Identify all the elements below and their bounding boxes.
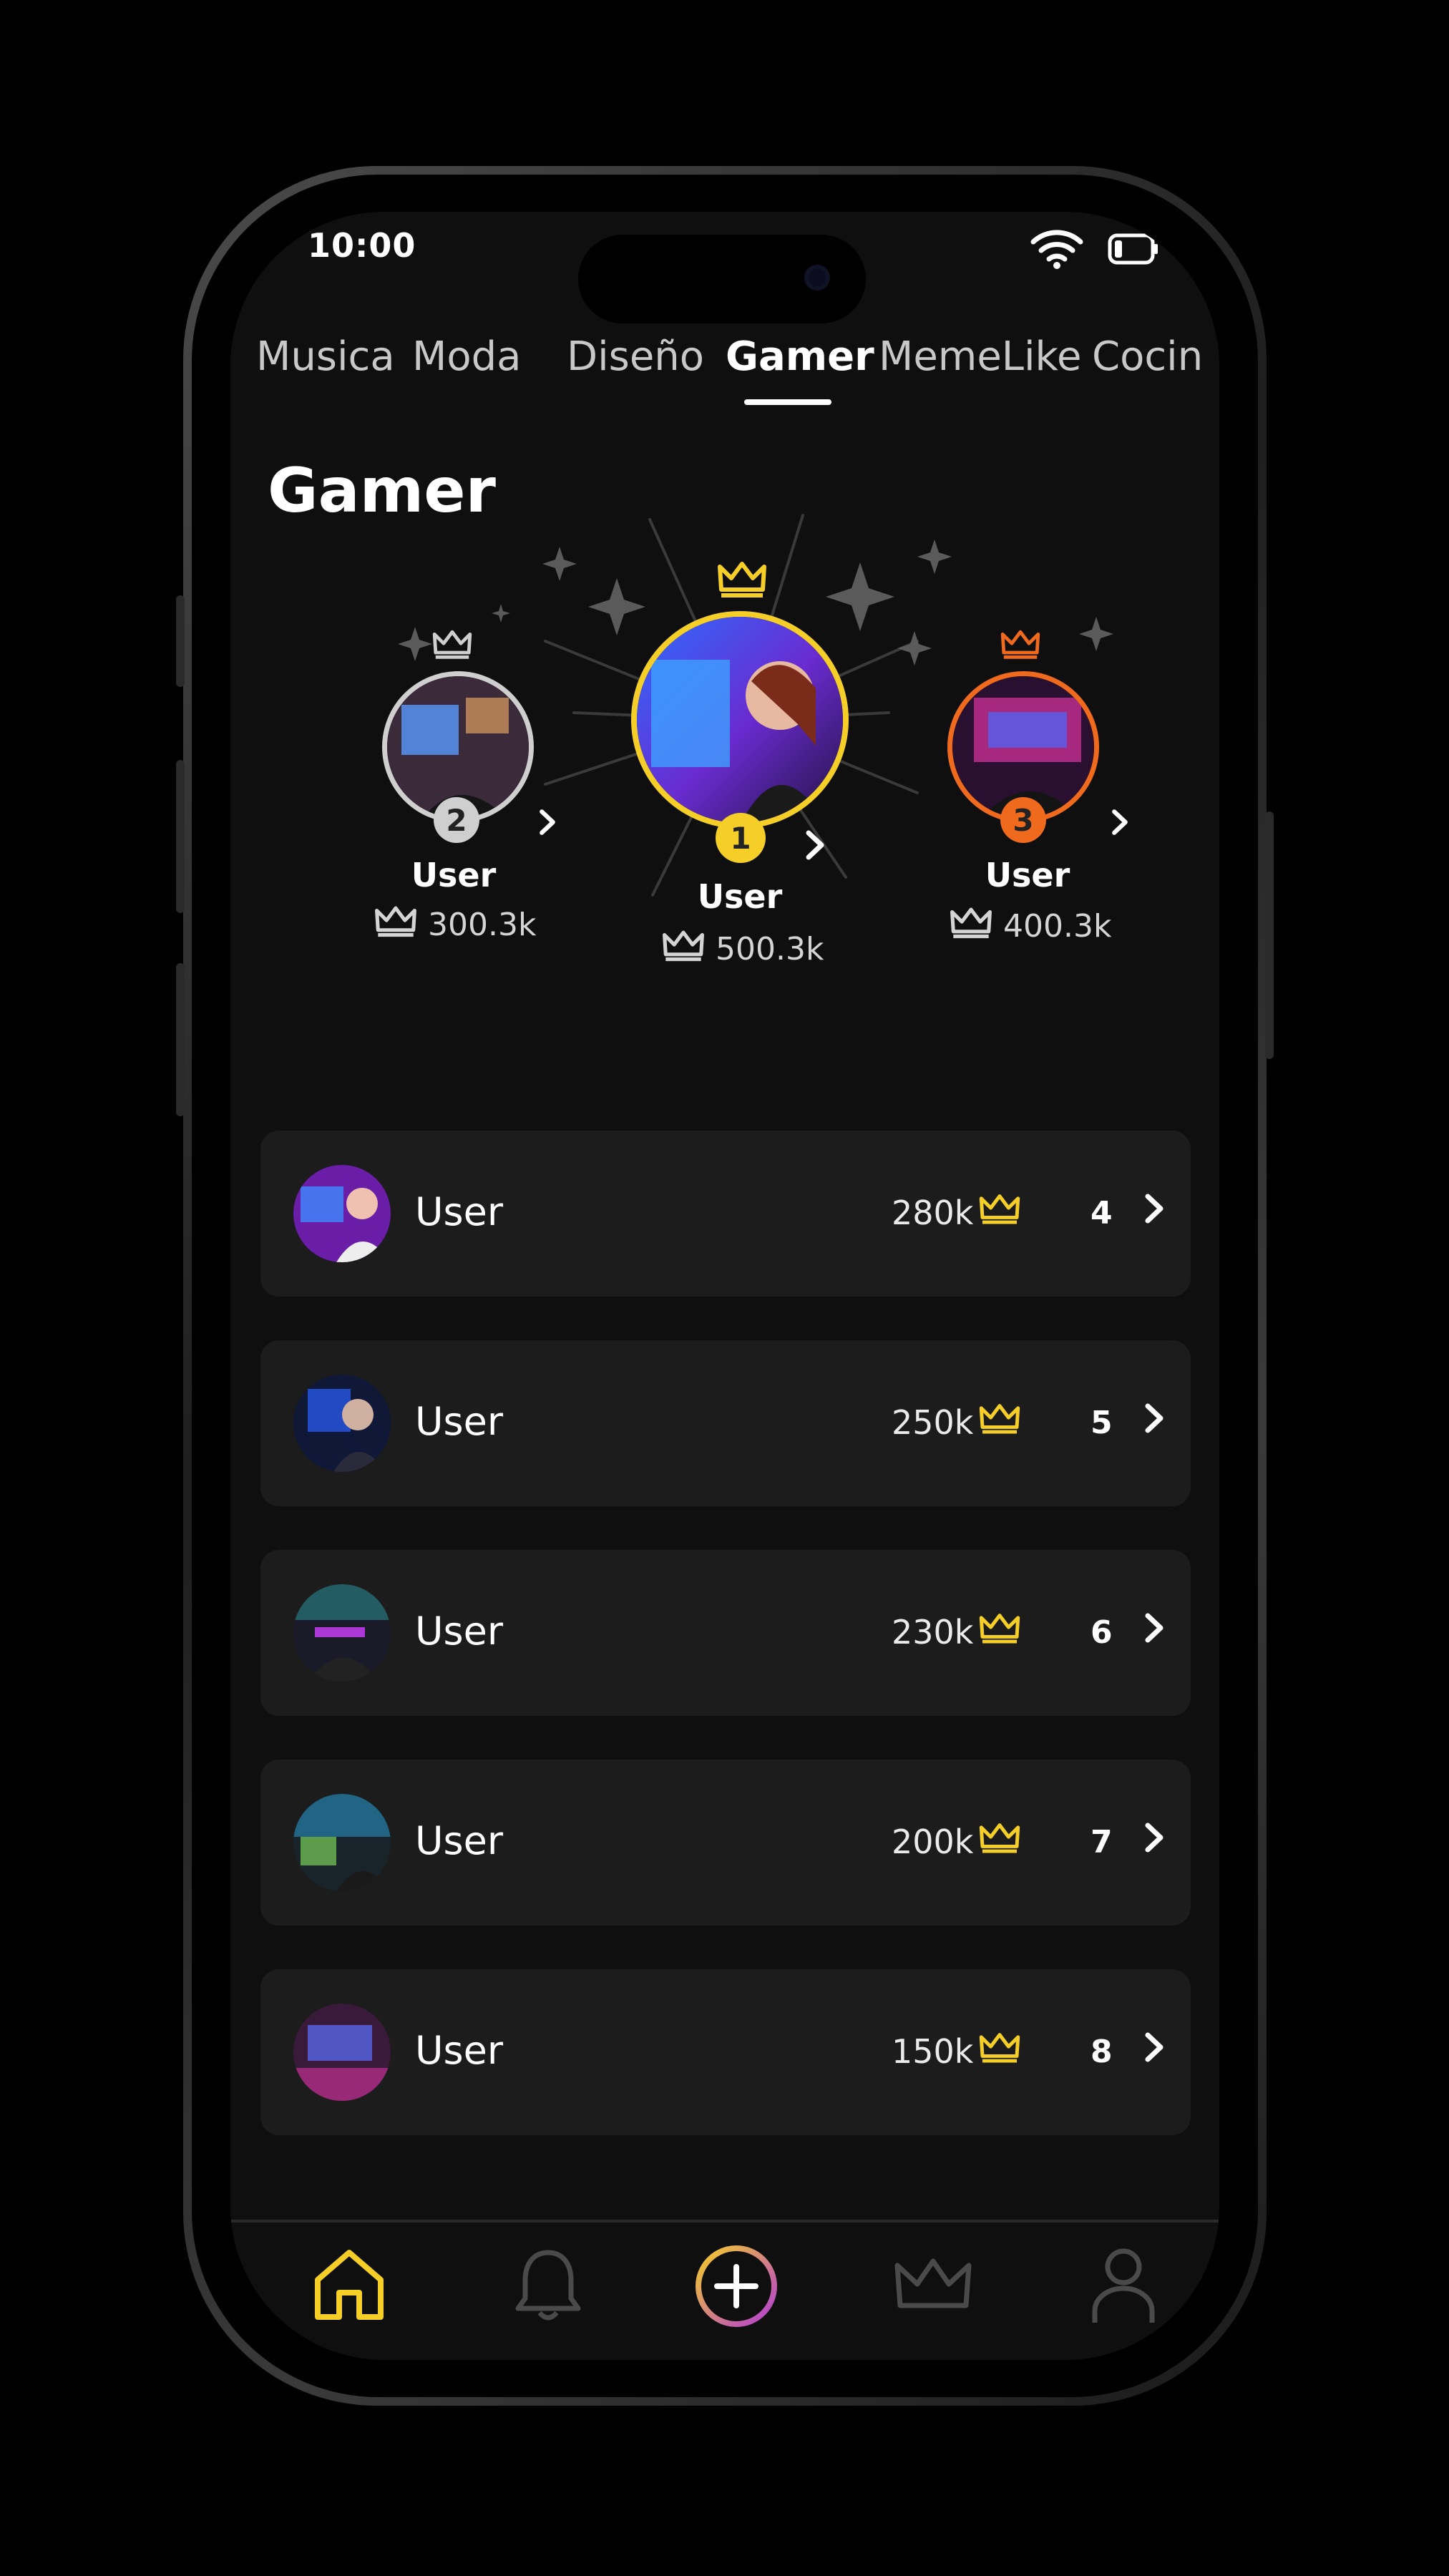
second-place-score: 300.3k — [374, 904, 536, 945]
user-name: User — [415, 1818, 504, 1863]
bronze-crown-icon — [1000, 628, 1040, 663]
avatar — [293, 1794, 391, 1891]
user-rank: 8 — [1091, 2034, 1113, 2070]
user-name: User — [415, 2028, 504, 2073]
user-score: 150k — [892, 2032, 974, 2071]
leaderboard-row[interactable]: User 250k 5 — [260, 1340, 1191, 1506]
second-rank-badge: 2 — [434, 797, 479, 843]
user-name: User — [415, 1609, 504, 1654]
chevron-right-icon[interactable] — [1143, 1403, 1165, 1436]
user-name: User — [415, 1399, 504, 1444]
crown-outline-icon — [661, 929, 706, 970]
gold-crown-icon — [717, 560, 767, 601]
app-screen: 10:00 Musica Moda Diseño Gamer MemeLike … — [230, 212, 1219, 2360]
bell-icon[interactable] — [507, 2243, 590, 2328]
crown-outline-icon — [949, 906, 993, 947]
crown-icon — [979, 1402, 1020, 1438]
avatar — [293, 1165, 391, 1262]
silver-crown-icon — [432, 628, 472, 663]
user-score: 250k — [892, 1403, 974, 1442]
profile-icon[interactable] — [1082, 2243, 1165, 2328]
leaderboard-row[interactable]: User 280k 4 — [260, 1131, 1191, 1297]
bottom-navigation — [230, 2223, 1219, 2360]
first-chevron-icon[interactable] — [804, 830, 826, 863]
leaderboard-row[interactable]: User 230k 6 — [260, 1550, 1191, 1716]
crown-icon — [979, 1821, 1020, 1857]
third-rank-badge: 3 — [1000, 797, 1046, 843]
user-score: 200k — [892, 1823, 974, 1861]
chevron-right-icon[interactable] — [1143, 1823, 1165, 1855]
second-place-score-value: 300.3k — [428, 907, 537, 943]
avatar — [293, 1375, 391, 1472]
crown-icon — [979, 1611, 1020, 1647]
first-place-score-value: 500.3k — [716, 931, 824, 967]
home-icon[interactable] — [308, 2243, 391, 2328]
user-score: 230k — [892, 1613, 974, 1652]
chevron-right-icon[interactable] — [1143, 2032, 1165, 2065]
user-rank: 4 — [1091, 1195, 1113, 1231]
crown-icon[interactable] — [892, 2243, 975, 2328]
second-place-name: User — [411, 856, 497, 894]
third-place-score: 400.3k — [949, 906, 1111, 947]
volume-up-button — [176, 760, 185, 913]
first-place-avatar[interactable] — [631, 611, 849, 829]
first-place-score: 500.3k — [661, 929, 824, 970]
third-place-name: User — [985, 856, 1070, 894]
third-chevron-icon[interactable] — [1111, 809, 1129, 839]
user-rank: 7 — [1091, 1824, 1113, 1860]
crown-outline-icon — [374, 904, 418, 945]
chevron-right-icon[interactable] — [1143, 1613, 1165, 1646]
power-button — [1265, 811, 1274, 1059]
first-place-name: User — [697, 877, 783, 916]
leaderboard-row[interactable]: User 150k 8 — [260, 1969, 1191, 2135]
leaderboard-row[interactable]: User 200k 7 — [260, 1760, 1191, 1926]
user-rank: 6 — [1091, 1614, 1113, 1651]
silent-switch — [176, 595, 185, 687]
user-name: User — [415, 1189, 504, 1234]
crown-icon — [979, 2031, 1020, 2067]
second-chevron-icon[interactable] — [538, 809, 557, 839]
third-place-score-value: 400.3k — [1003, 908, 1112, 945]
avatar — [293, 1584, 391, 1682]
chevron-right-icon[interactable] — [1143, 1194, 1165, 1226]
first-rank-badge: 1 — [716, 813, 766, 863]
avatar — [293, 2004, 391, 2101]
user-score: 280k — [892, 1194, 974, 1232]
crown-icon — [979, 1192, 1020, 1228]
volume-down-button — [176, 963, 185, 1116]
plus-circle-icon[interactable] — [693, 2243, 780, 2333]
user-rank: 5 — [1091, 1405, 1113, 1441]
